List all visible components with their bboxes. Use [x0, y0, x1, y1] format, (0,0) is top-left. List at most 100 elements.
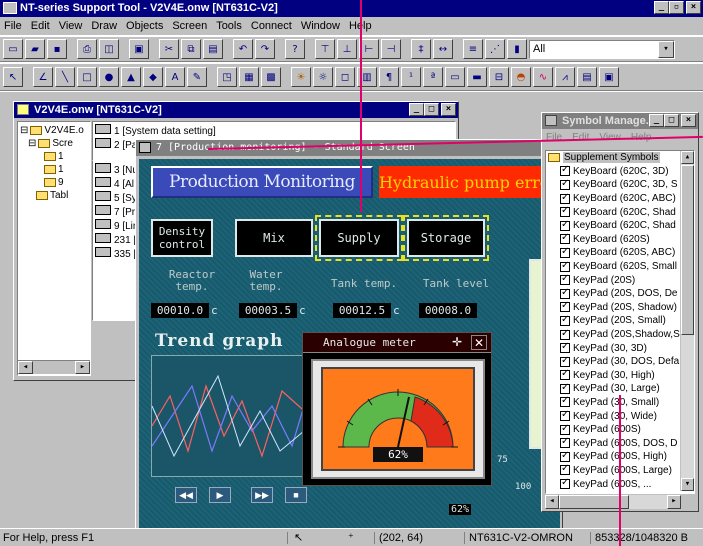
checkbox-icon[interactable] — [560, 368, 570, 381]
screen-list-item[interactable]: 5 [Sy — [95, 191, 139, 205]
symbol-list-item[interactable]: KeyBoard (620C, Shad — [548, 205, 694, 219]
checkbox-icon[interactable] — [560, 477, 570, 490]
minimize-icon[interactable]: _ — [654, 1, 669, 14]
diamond-icon[interactable]: ◆ — [143, 67, 163, 87]
menu-connect[interactable]: Connect — [251, 20, 292, 32]
symbol-list-item[interactable]: KeyBoard (620C, ABC) — [548, 192, 694, 206]
symbol-group[interactable]: Supplement Symbols — [548, 151, 694, 165]
screen-icon[interactable]: ▣ — [129, 39, 149, 59]
analogue-meter-title-bar[interactable]: Analogue meter ✛ ✕ — [303, 333, 491, 353]
circle-icon[interactable]: ● — [99, 67, 119, 87]
library-icon[interactable]: ▩ — [261, 67, 281, 87]
align-left-icon[interactable]: ⊢ — [359, 39, 379, 59]
center-vertical-icon[interactable]: ‡ — [411, 39, 431, 59]
symbol-hscrollbar[interactable]: ◂ ▸ — [545, 495, 681, 509]
checkbox-icon[interactable] — [560, 328, 570, 340]
supply-button[interactable]: Supply — [315, 215, 403, 261]
select-arrow-icon[interactable]: ↖ — [3, 67, 23, 87]
checkbox-icon[interactable] — [560, 219, 570, 231]
menu-draw[interactable]: Draw — [91, 20, 117, 32]
chevron-down-icon[interactable]: ▾ — [658, 40, 674, 58]
checkbox-icon[interactable] — [560, 341, 570, 354]
screen-list-item[interactable]: 335 [ — [95, 247, 139, 261]
symbol-list-item[interactable]: KeyBoard (620S, ABC) — [548, 246, 694, 260]
symbol-list-item[interactable]: KeyPad (30, Large) — [548, 382, 694, 396]
align-bottom-icon[interactable]: ⊥ — [337, 39, 357, 59]
symbol-list-item[interactable]: KeyPad (20S, Small) — [548, 314, 694, 328]
center-horizontal-icon[interactable]: ↔ — [433, 39, 453, 59]
new-icon[interactable]: ▭ — [3, 39, 23, 59]
align-top-icon[interactable]: ⊤ — [315, 39, 335, 59]
checkbox-icon[interactable] — [560, 232, 570, 245]
maximize-icon[interactable]: □ — [664, 114, 679, 127]
storage-button[interactable]: Storage — [403, 215, 489, 261]
checkbox-icon[interactable] — [560, 287, 570, 299]
symbol-list-item[interactable]: KeyBoard (620C, 3D) — [548, 164, 694, 179]
checkbox-icon[interactable] — [560, 178, 570, 190]
density-control-button[interactable]: Density control — [151, 219, 213, 257]
symbol-list-item[interactable]: KeyBoard (620C, Shad — [548, 219, 694, 233]
polygon-icon[interactable]: ▲ — [121, 67, 141, 87]
broken-line-graph-icon[interactable]: ⩘ — [555, 67, 575, 87]
checkbox-icon[interactable] — [560, 314, 570, 326]
scroll-up-icon[interactable]: ▴ — [681, 151, 694, 164]
scroll-right-icon[interactable]: ▸ — [667, 495, 681, 509]
align-right-icon[interactable]: ⊣ — [381, 39, 401, 59]
restore-icon[interactable]: ▫ — [669, 1, 684, 14]
layer-lock-icon[interactable]: ▮ — [507, 39, 527, 59]
scroll-down-icon[interactable]: ▾ — [681, 478, 694, 491]
minimize-icon[interactable]: _ — [649, 114, 664, 127]
symbol-list-item[interactable]: KeyPad (20S) — [548, 273, 694, 287]
scroll-left-icon[interactable]: ◂ — [18, 361, 33, 374]
move-icon[interactable]: ✛ — [449, 335, 465, 350]
tree-tables[interactable]: Tabl — [20, 189, 88, 202]
help-pointer-icon[interactable]: ? — [285, 39, 305, 59]
mix-button[interactable]: Mix — [235, 219, 313, 257]
maximize-icon[interactable]: □ — [424, 103, 439, 116]
analogue-meter-icon[interactable]: ◓ — [511, 67, 531, 87]
checkbox-icon[interactable] — [560, 164, 570, 177]
menu-window[interactable]: Window — [301, 20, 340, 32]
menu-tools[interactable]: Tools — [216, 20, 242, 32]
rectangle-icon[interactable]: □ — [77, 67, 97, 87]
tree-node-1b[interactable]: 1 — [20, 163, 88, 176]
screen-list-item[interactable]: 7 [Pr — [95, 205, 139, 219]
numeral-input-icon[interactable]: ▭ — [445, 67, 465, 87]
symbol-list-item[interactable]: KeyPad (600S) — [548, 423, 694, 437]
stop-icon[interactable]: ■ — [285, 487, 307, 503]
screen-list-item[interactable]: 9 [Lin — [95, 219, 139, 233]
menu-screen[interactable]: Screen — [172, 20, 207, 32]
symbol-list-item[interactable]: KeyPad (600S, ... — [548, 477, 694, 491]
temporary-input-icon[interactable]: ⊟ — [489, 67, 509, 87]
checkbox-icon[interactable] — [560, 205, 570, 218]
paste-icon[interactable]: ▤ — [203, 39, 223, 59]
symbol-list-item[interactable]: KeyBoard (620S) — [548, 232, 694, 247]
symbol-vscrollbar[interactable]: ▴ ▾ — [680, 151, 694, 491]
menu-view[interactable]: View — [59, 20, 83, 32]
rewind-icon[interactable]: ◀◀ — [175, 487, 197, 503]
checkbox-icon[interactable] — [560, 436, 570, 449]
checkbox-icon[interactable] — [560, 246, 570, 258]
mark-icon[interactable]: ◳ — [217, 67, 237, 87]
touch-switch-icon[interactable]: ☼ — [313, 67, 333, 87]
print-icon[interactable]: ⎙ — [77, 39, 97, 59]
symbol-list-item[interactable]: KeyPad (30, High) — [548, 368, 694, 383]
tree-node-1[interactable]: 1 — [20, 150, 88, 163]
symbol-list-item[interactable]: KeyPad (20S, DOS, De — [548, 287, 694, 301]
tree-screens[interactable]: ⊟ Scre — [20, 137, 88, 150]
screen-list-item[interactable]: 1 [System data setting] — [95, 124, 453, 138]
scroll-right-icon[interactable]: ▸ — [75, 361, 90, 374]
menu-edit[interactable]: Edit — [31, 20, 50, 32]
checkbox-icon[interactable] — [560, 192, 570, 204]
symbol-list-item[interactable]: KeyPad (600S, DOS, D — [548, 436, 694, 450]
close-icon[interactable]: × — [441, 103, 456, 116]
symbol-list-item[interactable]: KeyPad (20S,Shadow,S — [548, 328, 694, 342]
checkbox-icon[interactable] — [560, 450, 570, 462]
line-icon[interactable]: ╲ — [55, 67, 75, 87]
trend-graph-area[interactable] — [151, 355, 311, 477]
meter-face[interactable]: 62% — [321, 367, 475, 471]
lamp-icon[interactable]: ☀ — [291, 67, 311, 87]
fast-forward-icon[interactable]: ▶▶ — [251, 487, 273, 503]
checkbox-icon[interactable] — [560, 423, 570, 435]
checkbox-icon[interactable] — [560, 463, 570, 476]
